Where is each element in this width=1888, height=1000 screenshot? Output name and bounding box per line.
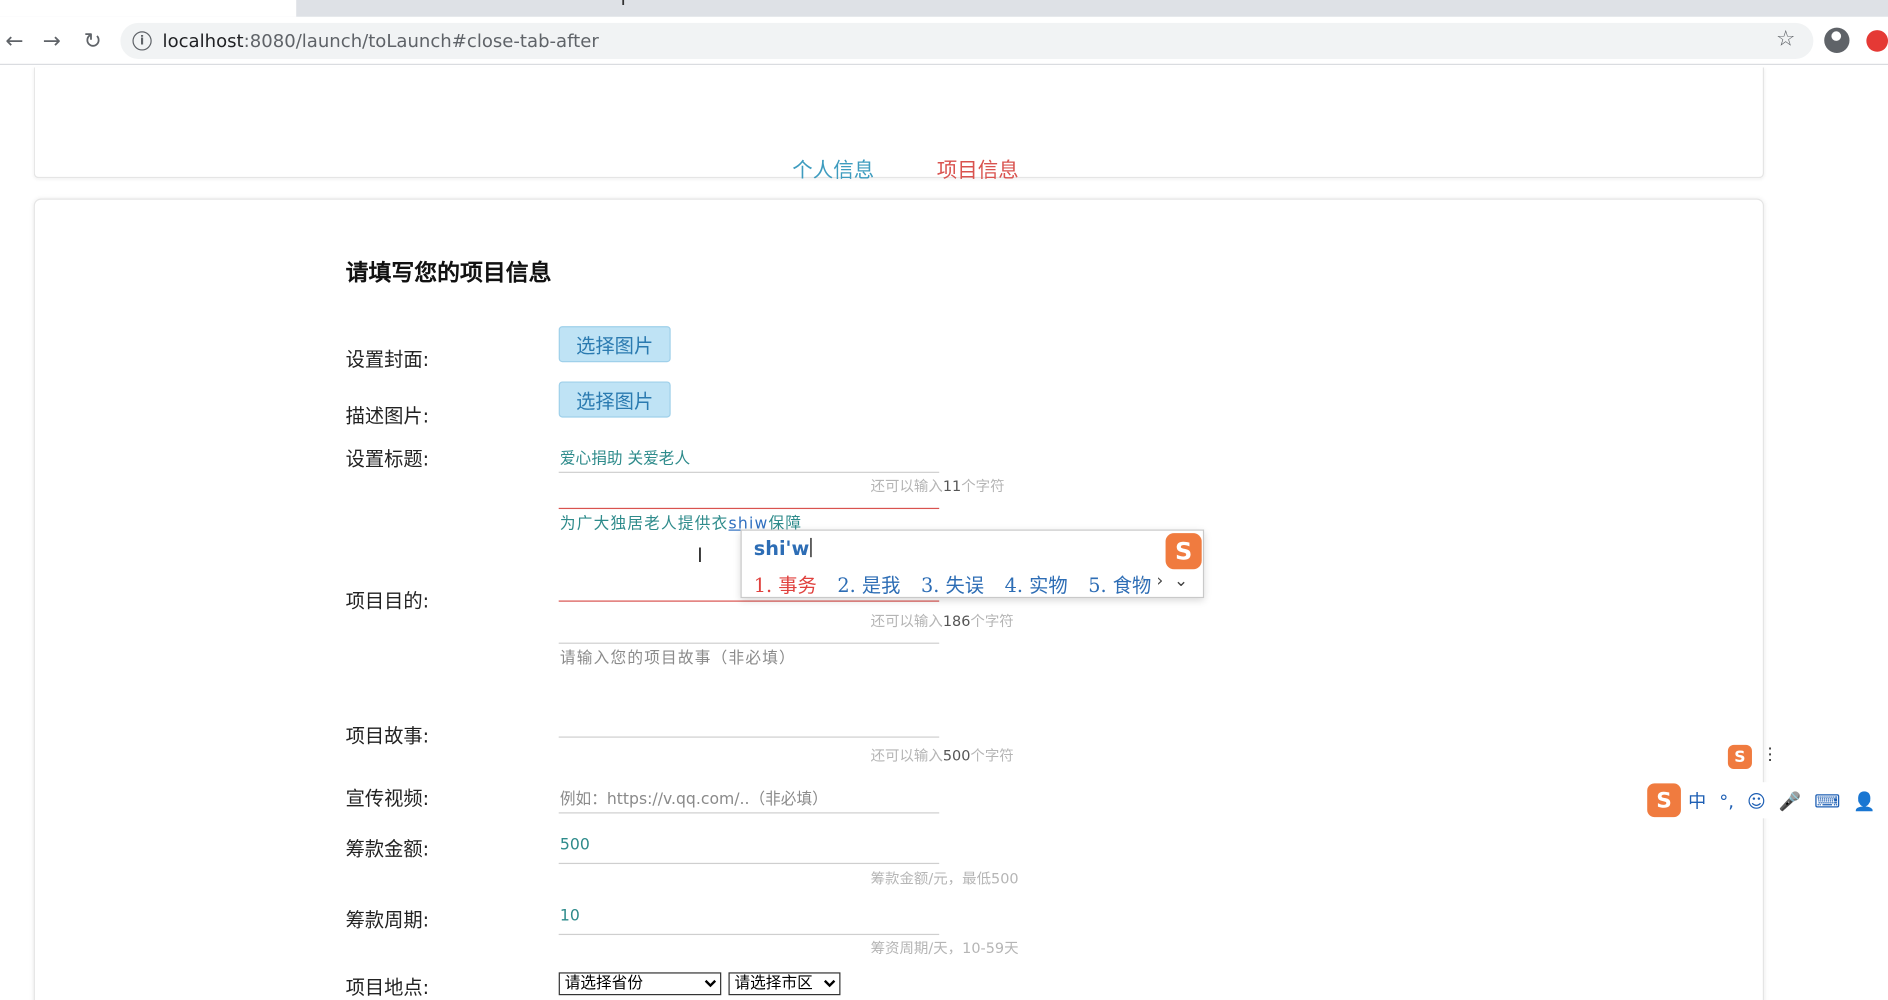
story-hint: 还可以输入500个字符 — [870, 747, 1014, 765]
chevron-down-icon: ⌄ — [1174, 571, 1189, 591]
tab-project-info[interactable]: 项目信息 — [937, 153, 1019, 183]
title-input[interactable]: 爱心捐助 关爱老人 — [560, 445, 690, 468]
forward-icon[interactable]: → — [37, 26, 66, 55]
desc-image-label: 描述图片: — [345, 404, 430, 428]
ime-status-bar[interactable]: S 中 °, ☺ 🎤 ⌨ 👤 👕 ▦ — [1644, 782, 1888, 819]
info-icon[interactable]: i — [132, 31, 152, 51]
ime-candidate-popup: shi'w S 1. 事务 2. 是我 3. 失误 4. 实物 5. 食物 ‹ … — [740, 529, 1205, 599]
cover-choose-button[interactable]: 选择图片 — [558, 326, 671, 363]
text-cursor-icon: I — [697, 543, 703, 567]
sogou-logo-icon: S — [1165, 533, 1202, 570]
amount-underline — [558, 862, 940, 865]
video-input[interactable]: 例如：https://v.qq.com/..（非必填） — [560, 786, 828, 809]
extension-icon[interactable] — [1866, 30, 1888, 52]
purpose-hint: 还可以输入186个字符 — [870, 612, 1014, 630]
city-select[interactable]: 请选择市区 — [728, 972, 841, 996]
microphone-icon[interactable]: 🎤 — [1779, 791, 1802, 813]
back-icon[interactable]: ← — [0, 26, 29, 55]
amount-label: 筹款金额: — [345, 837, 430, 861]
account-icon[interactable] — [1824, 27, 1850, 53]
province-select[interactable]: 请选择省份 — [558, 972, 722, 996]
minimize-icon[interactable]: — — [1806, 0, 1823, 5]
sogou-logo-icon: S — [1647, 783, 1681, 818]
form-title: 请填写您的项目信息 — [345, 259, 552, 287]
new-tab-button[interactable]: + — [614, 0, 632, 11]
chevron-right-icon: › — [1156, 571, 1164, 591]
punctuation-icon[interactable]: °, — [1719, 791, 1734, 813]
period-hint: 筹资周期/天，10-59天 — [870, 939, 1019, 957]
ime-candidate[interactable]: 2. 是我 — [837, 574, 900, 597]
cover-label: 设置封面: — [345, 347, 430, 371]
period-underline — [558, 933, 940, 936]
ime-candidate[interactable]: 3. 失误 — [921, 574, 984, 597]
story-textarea[interactable]: 请输入您的项目故事（非必填） — [560, 645, 796, 668]
chevron-left-icon: ‹ — [1139, 571, 1146, 591]
url-text[interactable]: localhost:8080/launch/toLaunch#close-tab… — [163, 30, 599, 52]
user-icon[interactable]: 👤 — [1853, 791, 1876, 813]
keyboard-icon[interactable]: ⌨ — [1814, 791, 1840, 813]
title-label: 设置标题: — [345, 447, 430, 471]
header-card — [33, 67, 1765, 179]
emoji-icon[interactable]: ☺ — [1747, 791, 1766, 813]
amount-hint: 筹款金额/元，最低500 — [870, 870, 1019, 887]
ime-candidate-list: 1. 事务 2. 是我 3. 失误 4. 实物 5. 食物 — [754, 569, 1166, 598]
location-label: 项目地点: — [345, 975, 430, 999]
tab-hello[interactable]: hello ✕ — [296, 0, 595, 17]
video-underline — [558, 812, 940, 814]
period-label: 筹款周期: — [345, 908, 430, 932]
story-label: 项目故事: — [345, 724, 430, 748]
title-underline — [558, 471, 940, 473]
tab-rescue[interactable]: 救助 ✕ — [0, 0, 297, 17]
ime-candidate[interactable]: 1. 事务 — [754, 574, 817, 597]
purpose-underline — [558, 600, 940, 602]
bookmark-star-icon[interactable]: ☆ — [1776, 26, 1795, 51]
chinese-mode-icon[interactable]: 中 — [1688, 791, 1706, 813]
reload-icon[interactable]: ↻ — [78, 26, 107, 55]
period-input[interactable]: 10 — [560, 907, 580, 925]
amount-input[interactable]: 500 — [560, 836, 590, 854]
story-top-border — [558, 642, 940, 644]
title-hint: 还可以输入11个字符 — [870, 477, 1005, 495]
ime-candidate[interactable]: 4. 实物 — [1005, 574, 1068, 597]
ime-page-arrows[interactable]: ‹ › ⌄ — [1139, 572, 1188, 591]
sogou-logo-icon: S — [1727, 744, 1752, 769]
menu-icon[interactable]: ⋮ — [1762, 745, 1779, 764]
purpose-label: 项目目的: — [345, 589, 430, 613]
story-underline — [558, 736, 940, 738]
purpose-top-border — [558, 507, 940, 510]
ime-mini-toolbar[interactable]: S ⋮ — [1727, 744, 1779, 769]
tab-personal-info[interactable]: 个人信息 — [792, 153, 874, 183]
desc-image-choose-button[interactable]: 选择图片 — [558, 381, 671, 418]
ime-status-items[interactable]: 中 °, ☺ 🎤 ⌨ 👤 👕 ▦ — [1688, 788, 1888, 813]
ime-composition: shi'w — [754, 537, 812, 560]
video-label: 宣传视频: — [345, 787, 430, 810]
